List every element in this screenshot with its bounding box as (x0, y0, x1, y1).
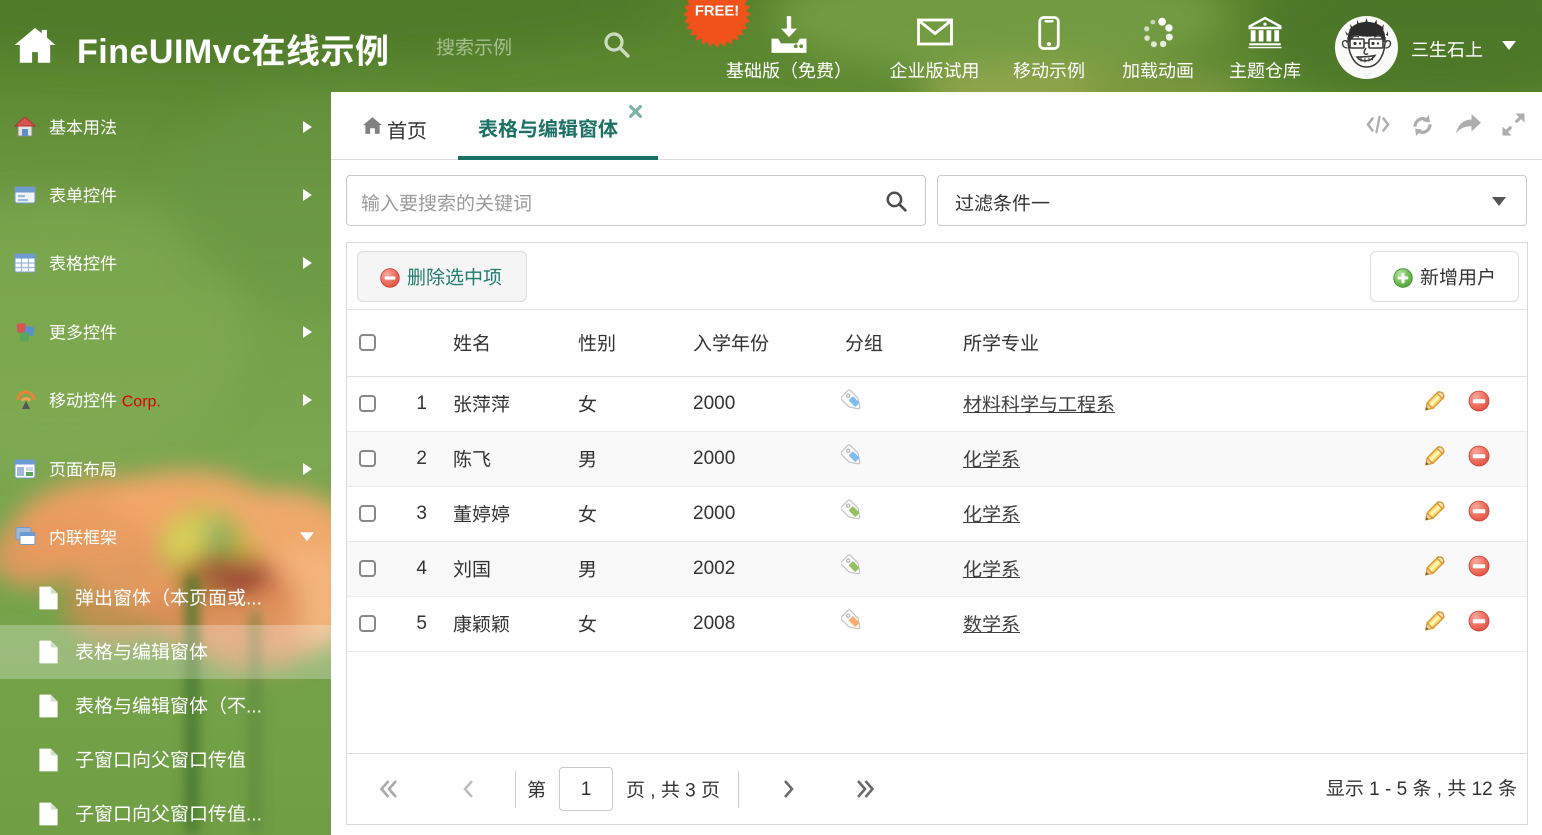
svg-text:FREE!: FREE! (695, 4, 739, 20)
